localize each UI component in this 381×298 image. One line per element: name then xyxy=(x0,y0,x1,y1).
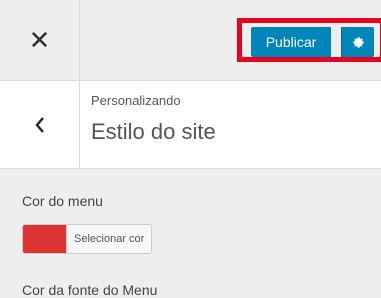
color-swatch[interactable] xyxy=(23,225,66,253)
menu-font-color-label: Cor da fonte do Menu xyxy=(22,282,158,298)
close-button[interactable]: ✕ xyxy=(0,0,80,80)
publish-button[interactable]: Publicar xyxy=(251,27,331,57)
context-label: Personalizando xyxy=(91,93,181,108)
section-title: Estilo do site xyxy=(91,119,216,144)
chevron-left-icon xyxy=(34,116,44,133)
close-icon: ✕ xyxy=(28,25,51,55)
menu-color-label: Cor do menu xyxy=(22,193,103,209)
menu-color-picker[interactable]: Selecionar cor xyxy=(22,224,153,254)
gear-icon xyxy=(352,36,364,48)
section-header: Personalizando Estilo do site xyxy=(0,81,381,169)
back-button[interactable] xyxy=(0,81,80,168)
select-color-button[interactable]: Selecionar cor xyxy=(66,225,152,253)
publish-settings-button[interactable] xyxy=(341,27,374,57)
publish-label: Publicar xyxy=(265,34,317,50)
